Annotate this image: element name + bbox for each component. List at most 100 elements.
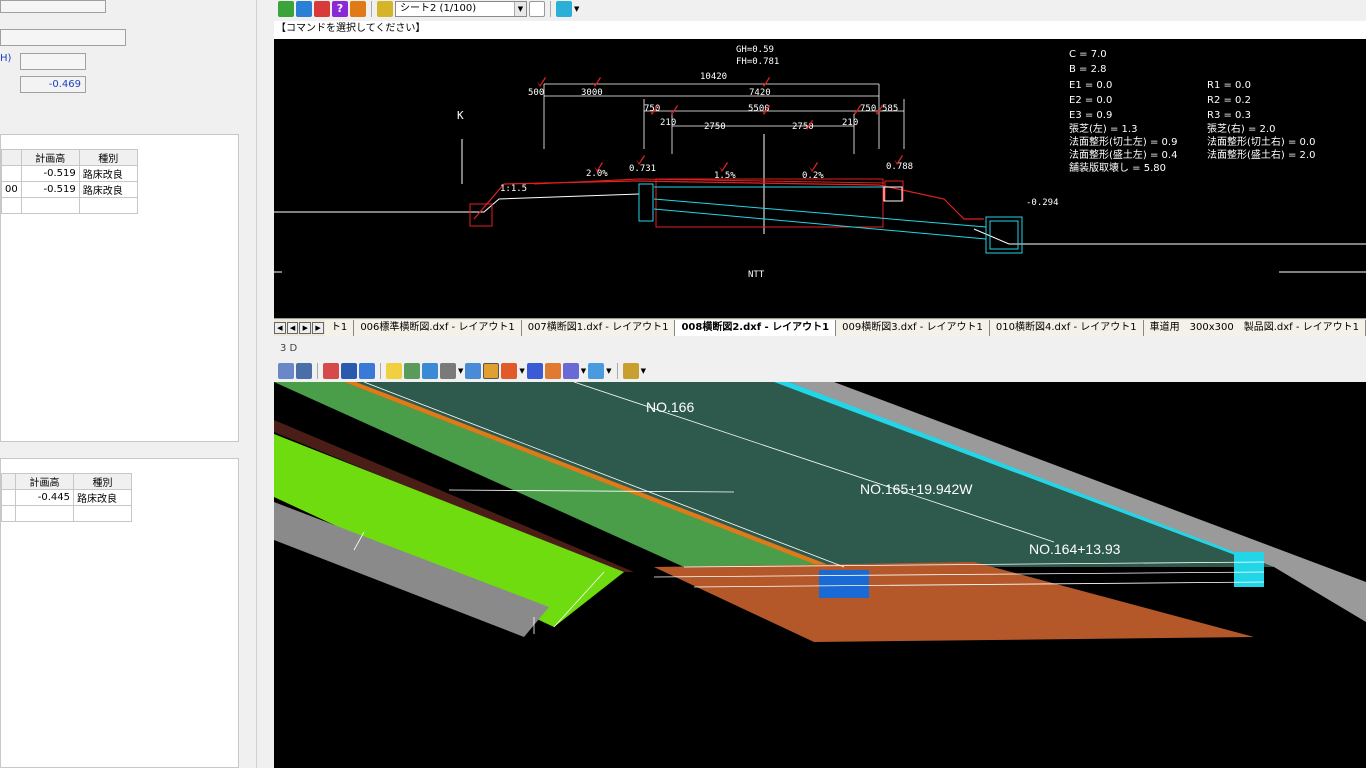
pointer-icon[interactable] [556,1,572,17]
zoom-icon[interactable] [296,363,312,379]
table-row[interactable] [1,505,232,522]
chevron-down-icon[interactable]: ▼ [458,367,463,375]
table-row[interactable] [1,197,238,214]
table-cell[interactable]: 路床改良 [73,489,132,506]
tab-008[interactable]: 008横断図2.dxf - レイアウト1 [675,319,837,336]
measure-icon[interactable] [422,363,438,379]
camera-icon[interactable] [465,363,482,379]
top-toolbar: ? シート2 (1/100) ▼ ▼ [278,0,579,18]
texture-icon[interactable] [483,363,500,379]
table-cell[interactable]: -0.519 [20,165,80,182]
param-right: R1 = 0.0 [1207,80,1251,91]
table-cell[interactable] [73,505,132,522]
tab-layout[interactable]: ト1 [324,319,355,336]
viewport-3d[interactable]: NO.166 NO.165+19.942W NO.164+13.93 [274,382,1366,768]
table-row[interactable]: -0.445 路床改良 [1,489,232,506]
pane-3d-title: 3 D [274,340,1366,358]
tab-009[interactable]: 009横断図3.dxf - レイアウト1 [836,319,990,336]
table-cell[interactable] [1,505,16,522]
table-row[interactable]: 00 -0.519 路床改良 [1,181,238,198]
toolbar-separator [317,363,318,379]
station-label: NO.164+13.93 [1029,541,1121,557]
table-cell[interactable]: -0.445 [15,489,74,506]
sheet-select[interactable]: シート2 (1/100) ▼ [395,1,527,17]
station-label: NO.165+19.942W [860,481,973,497]
param-left: E2 = 0.0 [1069,95,1112,106]
road-3d-render: NO.166 NO.165+19.942W NO.164+13.93 [274,382,1366,642]
table-header: 計画高 種別 [1,473,232,490]
table-cell[interactable]: -0.519 [20,181,80,198]
chevron-down-icon[interactable]: ▼ [606,367,611,375]
point-label: 0.788 [886,162,913,172]
param-left: 法面整形(盛土左) = 0.4 [1069,148,1177,161]
table-cell[interactable]: 00 [1,181,22,198]
chart-icon[interactable] [314,1,330,17]
edit-icon[interactable] [404,363,420,379]
solid-icon[interactable] [526,363,543,379]
render-icon[interactable] [323,363,339,379]
next-tab-icon[interactable]: ▶ [299,321,312,334]
param-left: 張芝(左) = 1.3 [1069,122,1137,135]
toolbar-separator [550,1,551,17]
top-field[interactable] [0,0,106,13]
col-header [1,149,22,166]
table-row[interactable]: -0.519 路床改良 [1,165,238,182]
tab-006[interactable]: 006標準横断図.dxf - レイアウト1 [354,319,522,336]
tab-product[interactable]: 車道用 300x300 製品図.dxf - レイアウト1 [1143,319,1366,336]
vertical-splitter[interactable] [256,0,274,768]
tab-007[interactable]: 007横断図1.dxf - レイアウト1 [521,319,676,336]
grid-icon[interactable] [278,1,294,17]
chevron-down-icon[interactable]: ▼ [581,367,586,375]
point-label: 0.731 [629,164,656,174]
save-view-icon[interactable] [278,363,294,379]
level-icon[interactable] [622,363,639,379]
view-icon[interactable] [341,363,357,379]
color-icon[interactable] [501,363,518,379]
chevron-down-icon[interactable]: ▼ [519,367,524,375]
table-cell[interactable] [1,489,16,506]
last-tab-icon[interactable]: ▶ [312,321,324,334]
light-icon[interactable] [386,363,402,379]
prev-tab-icon[interactable]: ◀ [286,321,299,334]
wide-field[interactable] [0,29,126,46]
h-field[interactable] [20,53,86,70]
layers-icon[interactable] [377,1,393,17]
data-table-1: 計画高 種別 -0.519 路床改良 00 -0.519 路床改良 [1,149,238,214]
fh-label: FH=0.781 [736,57,779,67]
table-cell[interactable] [78,197,138,214]
table-cell[interactable]: 路床改良 [78,165,138,182]
ntt-label: NTT [748,270,765,280]
h-label: H) [0,53,12,64]
cross-section-drawing: GH=0.59 FH=0.781 10420 7420 500 3000 750… [274,45,1366,280]
dim-label: 7420 [749,88,771,98]
table-cell[interactable] [1,165,22,182]
rotate-icon[interactable] [359,363,375,379]
slope-label: 0.2% [802,171,824,181]
page-icon[interactable] [529,1,545,17]
box-icon[interactable] [562,363,579,379]
chevron-down-icon[interactable]: ▼ [574,5,579,13]
toolbar-separator [380,363,381,379]
toolbar-3d: ▼ ▼ ▼ ▼ ▼ [274,361,1366,381]
table-cell[interactable] [15,505,74,522]
cad-cross-section-view[interactable]: GH=0.59 FH=0.781 10420 7420 500 3000 750… [274,39,1366,319]
tab-010[interactable]: 010横断図4.dxf - レイアウト1 [989,319,1144,336]
section-icon[interactable] [440,363,456,379]
param-left: 法面整形(切土左) = 0.9 [1069,135,1177,148]
chevron-down-icon[interactable]: ▼ [641,367,646,375]
table-icon[interactable] [296,1,312,17]
chevron-down-icon[interactable]: ▼ [514,2,526,16]
table-cell[interactable] [1,197,22,214]
table-cell[interactable] [20,197,80,214]
wireframe-icon[interactable] [544,363,561,379]
help-icon[interactable]: ? [332,1,348,17]
param-left: E3 = 0.9 [1069,110,1112,121]
drawing-tabs: ◀ ◀ ▶ ▶ ト1 006標準横断図.dxf - レイアウト1 007横断図1… [274,318,1366,336]
dim-label: 585 [882,104,898,114]
value-field[interactable]: -0.469 [20,76,86,93]
table-cell[interactable]: 路床改良 [78,181,138,198]
link-icon[interactable] [350,1,366,17]
first-tab-icon[interactable]: ◀ [274,321,286,334]
display-icon[interactable] [588,363,605,379]
dim-label: 750 [644,104,660,114]
